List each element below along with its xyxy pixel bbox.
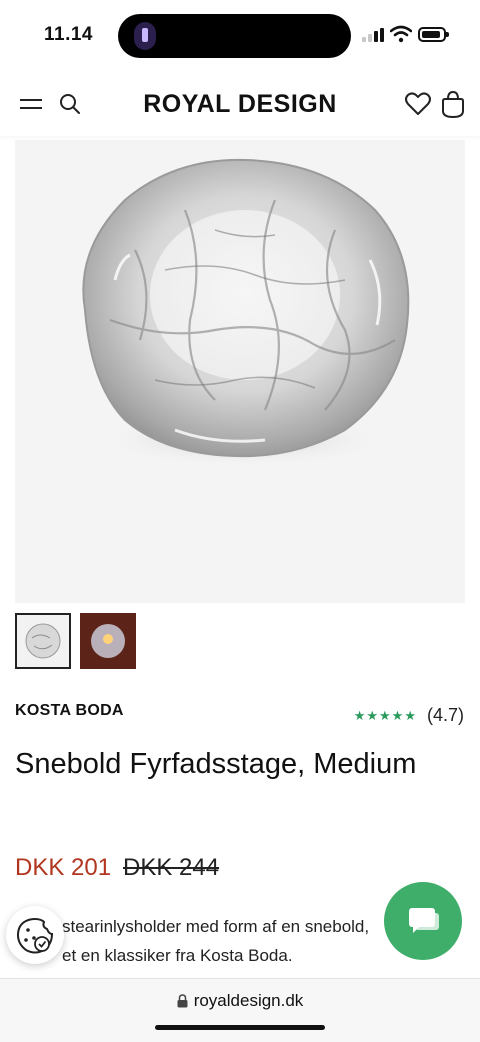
site-header: ROYAL DESIGN: [0, 72, 480, 136]
flashlight-icon: [134, 22, 156, 50]
url-bar[interactable]: royaldesign.dk: [0, 991, 480, 1011]
thumbnail-1[interactable]: [15, 613, 71, 669]
chat-button[interactable]: [384, 882, 462, 960]
current-price: DKK 201: [15, 854, 112, 881]
dynamic-island: [118, 14, 351, 58]
lock-icon: [177, 994, 188, 1008]
thumbnail-2[interactable]: [80, 613, 136, 669]
home-indicator[interactable]: [155, 1025, 325, 1030]
thumbnail-lit-candle-image: [80, 613, 136, 669]
cellular-signal-icon: [362, 28, 384, 42]
snowball-candle-holder-image: [82, 158, 410, 468]
status-bar: 11.14: [0, 0, 480, 72]
wifi-icon: [390, 25, 412, 43]
bag-icon[interactable]: [440, 89, 466, 119]
cookie-settings-button[interactable]: [6, 906, 64, 964]
battery-icon: [418, 27, 449, 42]
heart-icon[interactable]: [404, 90, 432, 118]
original-price: DKK 244: [123, 854, 220, 881]
product-main-image[interactable]: [15, 140, 465, 603]
browser-bar: royaldesign.dk: [0, 978, 480, 1042]
thumbnail-snowball-image: [25, 623, 61, 659]
search-icon[interactable]: [58, 92, 82, 116]
status-time: 11.14: [44, 24, 93, 45]
product-rating[interactable]: ★★★★★ (4.7): [354, 705, 464, 726]
product-title: Snebold Fyrfadsstage, Medium: [15, 748, 417, 780]
rating-value: (4.7): [426, 705, 464, 725]
menu-icon[interactable]: [20, 96, 42, 112]
product-brand[interactable]: KOSTA BODA: [15, 702, 124, 720]
chat-icon: [409, 908, 439, 933]
url-text: royaldesign.dk: [193, 991, 304, 1010]
cookie-icon: [16, 917, 54, 954]
rating-stars: ★★★★★: [353, 707, 417, 723]
